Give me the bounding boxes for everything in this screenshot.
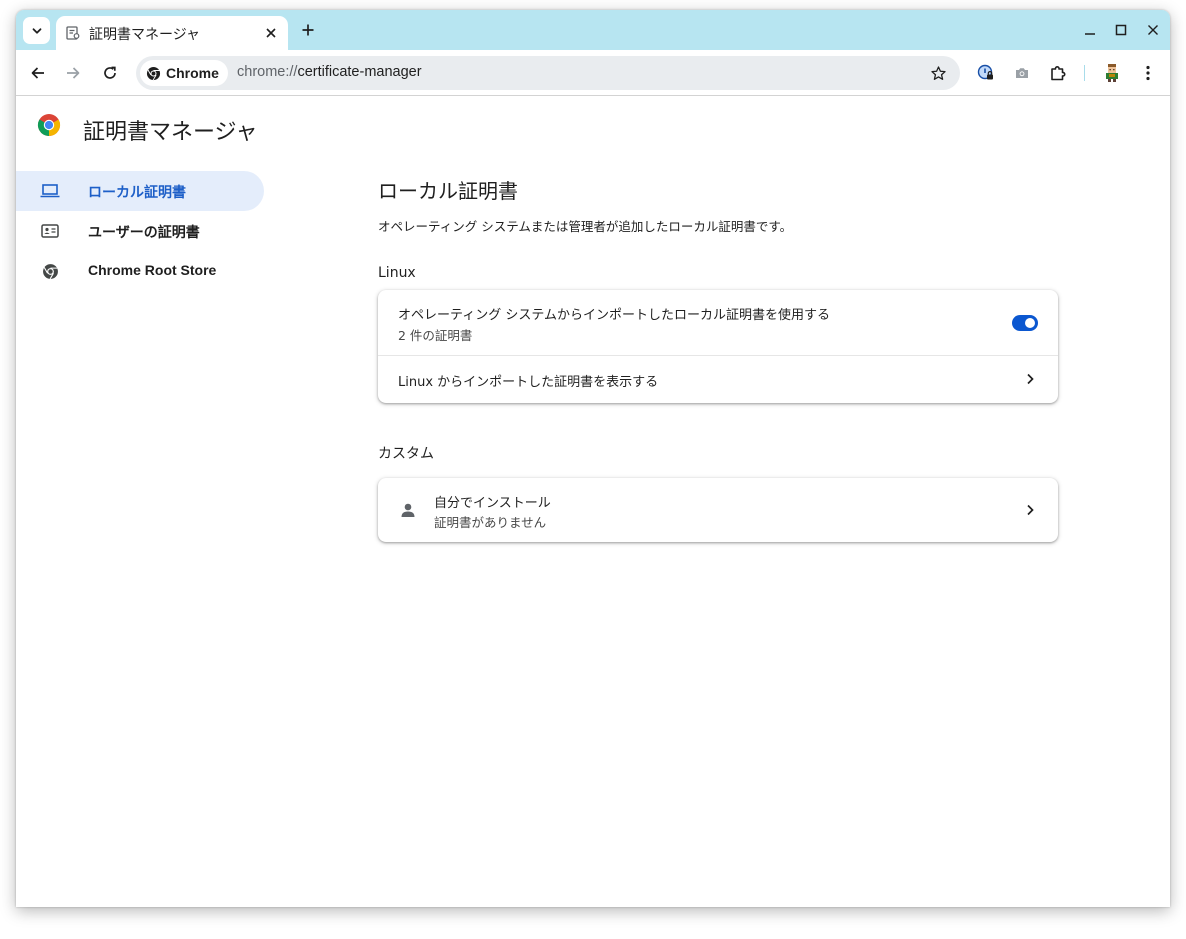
close-icon	[1148, 25, 1158, 35]
toolbar: Chrome chrome://certificate-manager	[16, 50, 1170, 96]
browser-window: 証明書マネージャ Chrome chrome://certificate-man…	[16, 10, 1170, 907]
person-icon	[398, 500, 418, 520]
installed-by-you-row[interactable]: 自分でインストール 証明書がありません	[378, 478, 1058, 542]
sidebar-item-label: ローカル証明書	[88, 184, 186, 200]
plus-icon	[302, 24, 314, 36]
sidebar-item-user-certificates[interactable]: ユーザーの証明書	[16, 211, 264, 251]
certificate-count: 2 件の証明書	[398, 328, 473, 343]
toggle-knob	[1025, 318, 1035, 328]
close-icon	[266, 28, 276, 38]
more-vert-icon	[1146, 65, 1150, 81]
tab-strip: 証明書マネージャ	[16, 10, 1170, 50]
chrome-logo-icon	[37, 114, 61, 136]
chrome-icon	[146, 66, 161, 80]
extensions-button[interactable]	[1047, 62, 1069, 84]
custom-heading: カスタム	[378, 446, 434, 462]
bookmark-button[interactable]	[929, 64, 947, 82]
view-imported-label: Linux からインポートした証明書を表示する	[398, 375, 659, 390]
page-content: 証明書マネージャ ローカル証明書 ユーザーの証明書 Chrome Root St…	[16, 97, 1170, 907]
maximize-button[interactable]	[1112, 21, 1130, 39]
screenshot-button[interactable]	[1011, 62, 1033, 84]
sidebar-item-label: ユーザーの証明書	[88, 224, 200, 240]
sidebar-item-label: Chrome Root Store	[88, 262, 217, 278]
url-text[interactable]: chrome://certificate-manager	[237, 64, 422, 80]
chrome-icon	[40, 262, 60, 280]
view-imported-certificates-row[interactable]: Linux からインポートした証明書を表示する	[378, 356, 1058, 403]
chevron-right-icon	[1022, 502, 1038, 518]
use-imported-certificates-row[interactable]: オペレーティング システムからインポートしたローカル証明書を使用する 2 件の証…	[378, 290, 1058, 355]
toolbar-separator	[1084, 65, 1085, 81]
tab-close-button[interactable]	[262, 24, 280, 42]
minimize-icon	[1085, 33, 1095, 35]
forward-button[interactable]	[62, 62, 84, 84]
chevron-right-icon	[1022, 371, 1038, 387]
reload-icon	[104, 66, 116, 79]
url-scheme: chrome://	[237, 64, 298, 80]
avatar-icon	[1106, 64, 1118, 82]
chevron-down-icon	[32, 27, 41, 34]
sidebar-item-chrome-root-store[interactable]: Chrome Root Store	[16, 251, 264, 291]
chip-label: Chrome	[166, 65, 219, 81]
maximize-icon	[1115, 24, 1127, 36]
use-imported-label: オペレーティング システムからインポートしたローカル証明書を使用する	[398, 308, 830, 323]
key-lock-icon	[977, 64, 993, 80]
sidebar-item-local-certificates[interactable]: ローカル証明書	[16, 171, 264, 211]
reload-button[interactable]	[99, 62, 121, 84]
tab-search-button[interactable]	[23, 17, 50, 44]
omnibox[interactable]: Chrome chrome://certificate-manager	[136, 56, 960, 90]
camera-icon	[1016, 68, 1028, 78]
profile-button[interactable]	[1101, 62, 1123, 84]
back-button[interactable]	[27, 62, 49, 84]
new-tab-button[interactable]	[298, 20, 318, 40]
arrow-right-icon	[67, 67, 80, 79]
close-window-button[interactable]	[1144, 21, 1162, 39]
puzzle-icon	[1051, 66, 1066, 81]
custom-card: 自分でインストール 証明書がありません	[378, 478, 1058, 542]
section-description: オペレーティング システムまたは管理者が追加したローカル証明書です。	[378, 219, 793, 234]
linux-card: オペレーティング システムからインポートしたローカル証明書を使用する 2 件の証…	[378, 290, 1058, 403]
laptop-icon	[40, 182, 60, 200]
url-host: certificate-manager	[297, 64, 422, 80]
tab-title: 証明書マネージャ	[89, 27, 201, 43]
id-card-icon	[40, 222, 60, 240]
page-title: 証明書マネージャ	[83, 120, 258, 145]
minimize-button[interactable]	[1081, 21, 1099, 39]
use-imported-toggle[interactable]	[1012, 315, 1038, 331]
certificate-icon	[66, 26, 80, 40]
installed-by-you-label: 自分でインストール	[434, 496, 551, 511]
section-title: ローカル証明書	[378, 179, 518, 203]
tab-certificate-manager[interactable]: 証明書マネージャ	[56, 16, 288, 50]
password-manager-button[interactable]	[975, 62, 997, 84]
site-info-chip[interactable]: Chrome	[140, 60, 228, 86]
menu-button[interactable]	[1137, 62, 1159, 84]
star-icon	[930, 65, 946, 80]
arrow-left-icon	[31, 67, 44, 79]
linux-heading: Linux	[378, 265, 416, 281]
no-certificates-text: 証明書がありません	[434, 515, 547, 530]
